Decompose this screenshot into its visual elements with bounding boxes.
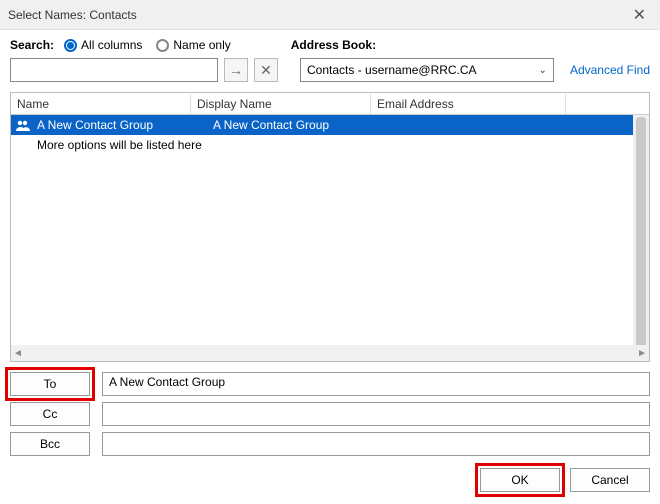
list-header: Name Display Name Email Address xyxy=(11,93,649,115)
cancel-button[interactable]: Cancel xyxy=(570,468,650,492)
radio-all-columns[interactable]: All columns xyxy=(64,38,142,52)
list-rows[interactable]: A New Contact Group A New Contact Group … xyxy=(11,115,633,345)
blank-icon xyxy=(15,137,31,153)
to-value: A New Contact Group xyxy=(109,375,225,389)
bcc-label: Bcc xyxy=(40,437,60,451)
clear-search-button[interactable]: ✕ xyxy=(254,58,278,82)
scroll-right-icon[interactable]: ► xyxy=(637,348,647,359)
list-row[interactable]: More options will be listed here xyxy=(11,135,633,155)
address-book-value: Contacts - username@RRC.CA xyxy=(307,63,477,77)
cancel-label: Cancel xyxy=(591,473,628,487)
address-book-label: Address Book: xyxy=(291,38,376,52)
ok-label: OK xyxy=(511,473,528,487)
vertical-scrollbar[interactable] xyxy=(633,115,649,345)
go-button[interactable]: → xyxy=(224,58,248,82)
titlebar: Select Names: Contacts ✕ xyxy=(0,0,660,30)
to-label: To xyxy=(44,377,57,391)
list-row[interactable]: A New Contact Group A New Contact Group xyxy=(11,115,633,135)
advanced-find-link[interactable]: Advanced Find xyxy=(570,63,650,77)
close-icon[interactable]: ✕ xyxy=(627,5,652,25)
window-title: Select Names: Contacts xyxy=(8,8,137,22)
cc-button[interactable]: Cc xyxy=(10,402,90,426)
bcc-field[interactable] xyxy=(102,432,650,456)
group-icon xyxy=(15,117,31,133)
to-field[interactable]: A New Contact Group xyxy=(102,372,650,396)
col-name[interactable]: Name xyxy=(11,94,191,114)
close-icon: ✕ xyxy=(260,62,272,79)
row-name: A New Contact Group xyxy=(33,118,209,132)
cc-label: Cc xyxy=(43,407,58,421)
col-display[interactable]: Display Name xyxy=(191,94,371,114)
contacts-list: Name Display Name Email Address A New Co… xyxy=(10,92,650,362)
ok-button[interactable]: OK xyxy=(480,468,560,492)
horizontal-scrollbar[interactable]: ◄ ► xyxy=(11,345,649,361)
search-input[interactable] xyxy=(10,58,218,82)
row-display: A New Contact Group xyxy=(209,118,389,132)
bcc-button[interactable]: Bcc xyxy=(10,432,90,456)
search-scope-radios: All columns Name only xyxy=(64,38,231,52)
radio-name-only[interactable]: Name only xyxy=(156,38,230,52)
to-button[interactable]: To xyxy=(10,372,90,396)
arrow-right-icon: → xyxy=(229,62,243,78)
chevron-down-icon: ⌄ xyxy=(539,65,547,76)
scroll-thumb[interactable] xyxy=(636,117,646,345)
radio-all-label: All columns xyxy=(81,38,142,52)
scroll-left-icon[interactable]: ◄ xyxy=(13,348,23,359)
col-spacer xyxy=(566,101,649,107)
radio-name-label: Name only xyxy=(173,38,230,52)
col-email[interactable]: Email Address xyxy=(371,94,566,114)
cc-field[interactable] xyxy=(102,402,650,426)
address-book-select[interactable]: Contacts - username@RRC.CA ⌄ xyxy=(300,58,554,82)
search-label: Search: xyxy=(10,38,54,52)
row-name: More options will be listed here xyxy=(33,138,206,152)
